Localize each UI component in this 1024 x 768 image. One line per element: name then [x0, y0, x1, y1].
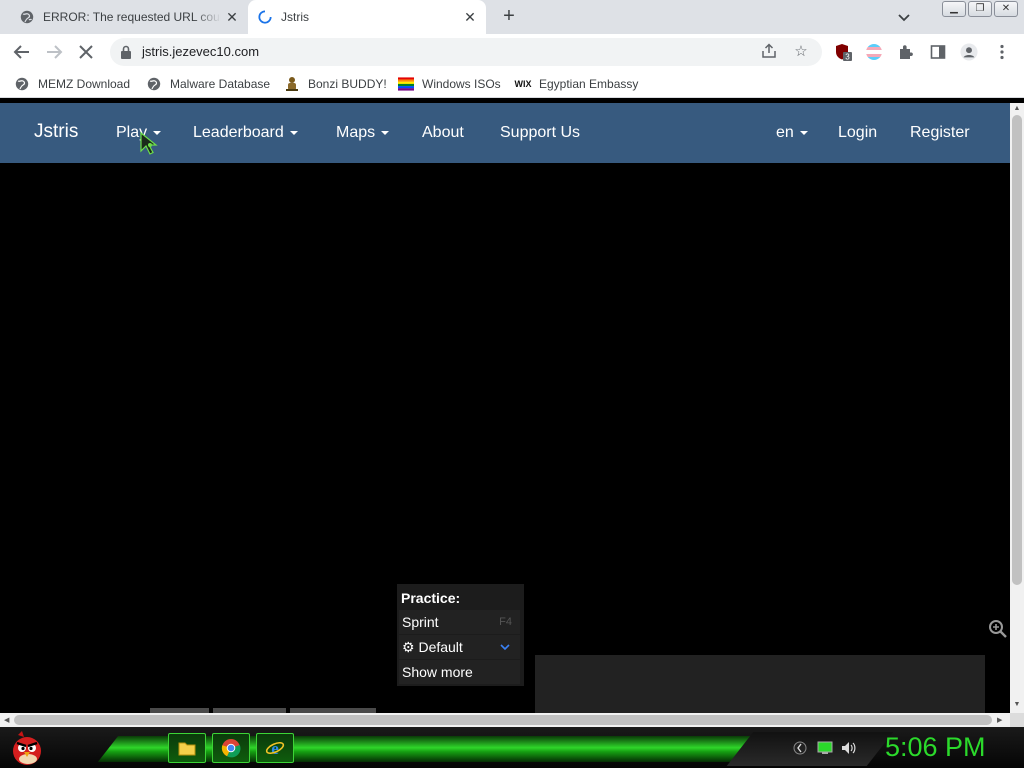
globe-icon — [20, 10, 34, 24]
bookmark-label: Bonzi BUDDY! — [308, 77, 387, 91]
internet-explorer-icon[interactable]: e — [256, 733, 294, 763]
address-bar[interactable]: jstris.jezevec10.com ☆ — [110, 38, 822, 66]
tab-error[interactable]: ERROR: The requested URL could not be re… — [8, 0, 248, 34]
bookmark-star-icon[interactable]: ☆ — [792, 43, 810, 61]
caret-down-icon — [289, 130, 298, 135]
scroll-thumb[interactable] — [14, 715, 992, 725]
nav-leaderboard[interactable]: Leaderboard — [193, 124, 298, 142]
caret-down-icon — [799, 130, 808, 135]
practice-menu: Practice: Sprint F4 ⚙ Default Show more — [397, 584, 524, 686]
scrollbar-corner — [1010, 713, 1024, 727]
close-window-icon[interactable]: ✕ — [994, 1, 1018, 17]
mouse-cursor-icon — [140, 131, 158, 155]
nav-label: Leaderboard — [193, 124, 284, 141]
taskbar-tray-background — [726, 732, 894, 766]
tab-title: ERROR: The requested URL could not be re… — [43, 10, 221, 24]
gear-icon: ⚙ — [402, 639, 415, 655]
lock-icon[interactable] — [120, 45, 132, 59]
scroll-up-arrow-icon[interactable]: ▲ — [1013, 105, 1021, 113]
svg-text:e: e — [271, 739, 279, 758]
url-text: jstris.jezevec10.com — [142, 44, 260, 59]
nav-login[interactable]: Login — [838, 124, 877, 142]
tab-strip: ERROR: The requested URL could not be re… — [0, 0, 1024, 34]
forward-arrow-icon[interactable] — [43, 41, 65, 63]
bookmark-label: Malware Database — [170, 77, 271, 91]
wix-icon: WIX — [514, 79, 532, 89]
minimize-icon[interactable]: ▁ — [942, 1, 966, 17]
globe-icon — [14, 76, 30, 92]
bookmark-malware-database[interactable]: Malware Database — [146, 76, 270, 92]
svg-text:3: 3 — [845, 53, 850, 62]
game-side-panel — [535, 655, 985, 713]
bookmark-label: Windows ISOs — [422, 77, 501, 91]
window-controls: ▁ ❐ ✕ — [942, 1, 1018, 17]
scroll-thumb[interactable] — [1012, 115, 1022, 585]
nav-maps[interactable]: Maps — [336, 124, 390, 142]
caret-down-icon — [381, 130, 390, 135]
tray-monitor-icon[interactable] — [817, 740, 833, 756]
tab-jstris[interactable]: Jstris ✕ — [248, 0, 486, 34]
bookmarks-bar: MEMZ Download Malware Database Bonzi BUD… — [0, 70, 1024, 98]
chevron-down-icon[interactable] — [500, 635, 510, 660]
trans-flag-extension-icon[interactable] — [865, 43, 883, 61]
bookmark-label: Egyptian Embassy — [539, 77, 639, 91]
taskbar-clock[interactable]: 5:06 PM — [885, 732, 986, 763]
show-more-link[interactable]: Show more — [399, 660, 520, 684]
ublock-extension-icon[interactable]: 3 — [834, 43, 852, 61]
new-tab-plus-icon[interactable]: + — [498, 6, 520, 28]
taskbar: e 5:06 PM — [0, 727, 1024, 768]
loading-spinner-icon — [258, 10, 272, 24]
tab-title: Jstris — [281, 10, 309, 24]
close-tab-icon[interactable]: ✕ — [462, 9, 478, 25]
stop-loading-icon[interactable] — [75, 41, 97, 63]
nav-label: en — [776, 124, 794, 141]
rainbow-flag-icon — [398, 76, 414, 92]
practice-heading: Practice: — [401, 590, 461, 606]
restore-icon[interactable]: ❐ — [968, 1, 992, 17]
back-arrow-icon[interactable] — [11, 41, 33, 63]
close-tab-icon[interactable]: ✕ — [224, 9, 240, 25]
scroll-down-arrow-icon[interactable]: ▼ — [1013, 701, 1021, 709]
nav-label: Maps — [336, 124, 376, 141]
bookmark-egyptian-embassy[interactable]: WIX Egyptian Embassy — [514, 76, 639, 92]
nav-support-us[interactable]: Support Us — [500, 124, 580, 142]
file-explorer-icon[interactable] — [168, 733, 206, 763]
scroll-right-arrow-icon[interactable]: ▶ — [997, 716, 1002, 724]
chrome-icon[interactable] — [212, 733, 250, 763]
sprint-label: Sprint — [402, 614, 439, 630]
bookmark-label: MEMZ Download — [38, 77, 131, 91]
tab-search-chevron-icon[interactable] — [895, 8, 913, 26]
sprint-mode-item[interactable]: Sprint F4 — [399, 610, 520, 634]
browser-toolbar: jstris.jezevec10.com ☆ 3 — [0, 34, 1024, 70]
share-icon[interactable] — [760, 43, 778, 61]
nav-register[interactable]: Register — [910, 124, 970, 142]
tray-volume-icon[interactable] — [841, 740, 857, 756]
zoom-magnifier-icon[interactable] — [988, 619, 1008, 639]
mode-select[interactable]: ⚙ Default — [399, 635, 520, 659]
kebab-menu-icon[interactable] — [993, 43, 1011, 61]
vertical-scrollbar[interactable]: ▲ ▼ — [1010, 103, 1024, 713]
globe-icon — [146, 76, 162, 92]
bookmark-windows-isos[interactable]: Windows ISOs — [398, 76, 501, 92]
angry-bird-start-icon[interactable] — [8, 729, 46, 767]
side-panel-icon[interactable] — [929, 43, 947, 61]
jstris-page: Jstris Play Leaderboard Maps About Suppo… — [0, 103, 1010, 713]
scroll-left-arrow-icon[interactable]: ◀ — [4, 716, 9, 724]
nav-language[interactable]: en — [776, 124, 808, 142]
brand-logo[interactable]: Jstris — [34, 121, 78, 143]
bonzi-icon — [284, 76, 300, 92]
mode-label: Default — [418, 639, 463, 655]
sprint-shortcut-key: F4 — [499, 616, 512, 628]
nav-about[interactable]: About — [422, 124, 464, 142]
extensions-puzzle-icon[interactable] — [897, 43, 915, 61]
tray-network-icon[interactable] — [792, 740, 808, 756]
bookmark-bonzi-buddy[interactable]: Bonzi BUDDY! — [284, 76, 387, 92]
bookmark-memz[interactable]: MEMZ Download — [14, 76, 130, 92]
horizontal-scrollbar[interactable]: ◀ ▶ — [0, 713, 1010, 727]
profile-avatar-icon[interactable] — [960, 43, 978, 61]
